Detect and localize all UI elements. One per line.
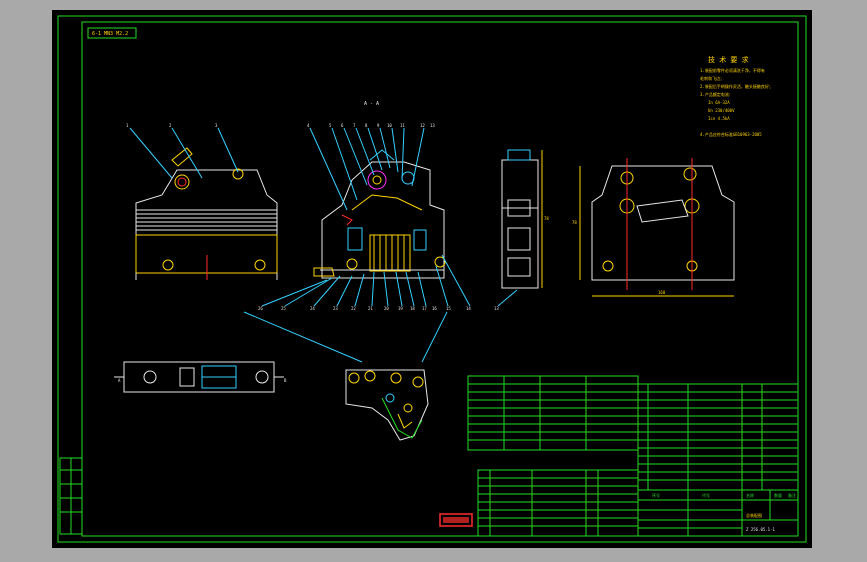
side-view: 78 <box>501 149 549 289</box>
balloon-13: 13 <box>430 123 435 128</box>
balloon-17: 17 <box>422 306 427 311</box>
note-line-8: 4.产品应符合标准GB10963-2005 <box>700 131 762 137</box>
top-view: A B <box>114 361 287 393</box>
section-label: A - A <box>364 101 379 107</box>
col-header-4: 数量 <box>774 492 782 498</box>
front-view <box>135 147 278 280</box>
section-view <box>313 149 446 279</box>
balloon-19: 19 <box>398 306 403 311</box>
technical-notes: 技 术 要 求 1.装配前零件必须清洗干净，不得有 毛刺和飞边； 2.装配后手柄… <box>700 55 773 137</box>
balloon-13-bottom: 13 <box>494 306 499 311</box>
code-box-text: 6-1 MN3 M2.2 <box>92 31 128 37</box>
note-line-5: In 6A-32A <box>708 100 730 105</box>
col-header-5: 备注 <box>788 492 796 498</box>
title-block: 序号 代号 名称 数量 备注 总装配图 Z 256.05.1-1 <box>637 489 799 537</box>
balloon-26: 26 <box>258 306 263 311</box>
drawing-sheet: 6-1 MN3 M2.2 A - A 1 2 3 4 5 6 7 8 9 10 … <box>52 10 812 548</box>
parts-table-middle <box>467 375 639 451</box>
parts-table-lower <box>477 469 639 537</box>
bottom-balloons: 26 25 24 23 22 21 20 19 18 17 16 15 14 1… <box>258 254 518 311</box>
balloon-4: 4 <box>307 123 310 128</box>
balloon-18: 18 <box>410 306 415 311</box>
title-label: 总装配图 <box>746 512 762 518</box>
balloon-15: 15 <box>446 306 451 311</box>
balloon-2: 2 <box>169 123 172 128</box>
cad-drawing: 6-1 MN3 M2.2 A - A 1 2 3 4 5 6 7 8 9 10 … <box>57 15 807 543</box>
balloon-11: 11 <box>400 123 405 128</box>
width-dim-text: 160 <box>658 290 666 295</box>
balloon-3: 3 <box>215 123 218 128</box>
balloon-5: 5 <box>329 123 332 128</box>
right-view: 160 78 <box>572 158 735 297</box>
balloon-20: 20 <box>384 306 389 311</box>
stamp-fill <box>443 517 469 523</box>
balloon-22: 22 <box>351 306 356 311</box>
balloon-24: 24 <box>310 306 315 311</box>
mechanism-detail <box>345 369 429 441</box>
note-line-2: 毛刺和飞边； <box>700 75 724 81</box>
balloon-23: 23 <box>333 306 338 311</box>
col-header-1: 序号 <box>652 492 660 498</box>
col-header-3: 名称 <box>746 492 754 498</box>
note-line-3: 2.装配后手柄操作灵活，触头接触良好； <box>700 83 773 89</box>
view-label-b: B <box>284 378 287 383</box>
note-line-1: 1.装配前零件必须清洗干净，不得有 <box>700 67 765 73</box>
drawing-number: Z 256.05.1-1 <box>746 527 775 532</box>
height-dim-text: 78 <box>572 220 577 225</box>
balloon-14: 14 <box>466 306 471 311</box>
outer-frame <box>57 15 807 543</box>
balloon-6: 6 <box>341 123 344 128</box>
balloon-16: 16 <box>432 306 437 311</box>
balloon-7: 7 <box>353 123 356 128</box>
col-header-2: 代号 <box>702 492 710 498</box>
note-line-4: 3.产品额定电流： <box>700 91 733 97</box>
notes-title: 技 术 要 求 <box>708 55 749 64</box>
view-label-a: A <box>118 378 121 383</box>
note-line-6: Un 230/400V <box>708 108 735 113</box>
note-line-7: Icn 4.5kA <box>708 116 730 121</box>
parts-table-right <box>637 383 799 491</box>
balloon-25: 25 <box>281 306 286 311</box>
balloon-12: 12 <box>420 123 425 128</box>
balloon-1: 1 <box>126 123 129 128</box>
balloon-21: 21 <box>368 306 373 311</box>
balloon-10: 10 <box>387 123 392 128</box>
balloon-8: 8 <box>365 123 368 128</box>
balloon-9: 9 <box>377 123 380 128</box>
side-dim-text: 78 <box>544 216 549 221</box>
